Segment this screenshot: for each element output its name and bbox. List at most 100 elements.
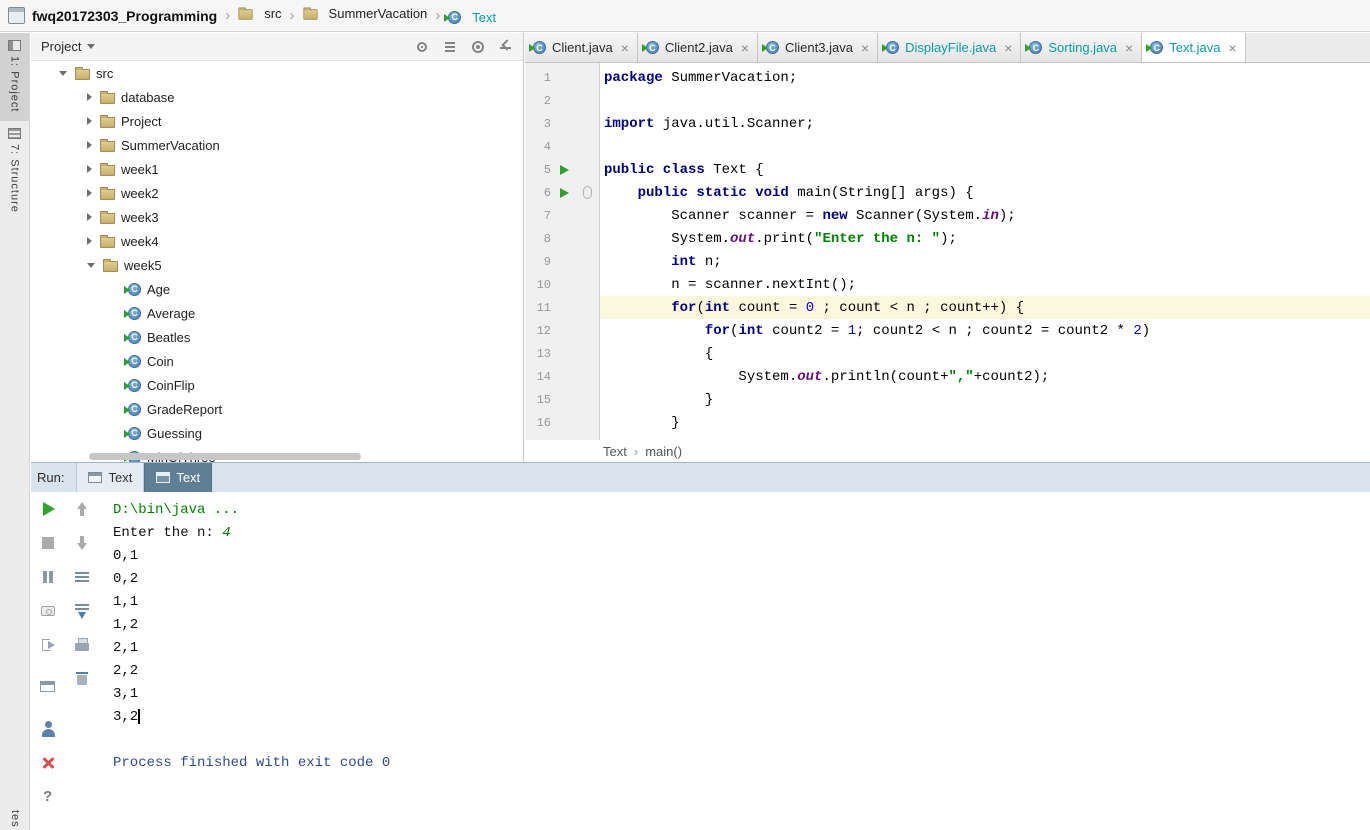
- soft-wrap-icon[interactable]: [73, 568, 91, 586]
- locate-icon[interactable]: [415, 40, 429, 54]
- code-line-3[interactable]: 3 import java.util.Scanner;: [525, 112, 1370, 135]
- up-stack-trace-icon[interactable]: [73, 500, 91, 518]
- tree-item-week2[interactable]: week2: [31, 181, 523, 205]
- code-text[interactable]: }: [600, 411, 1370, 434]
- code-line-10[interactable]: 10 n = scanner.nextInt();: [525, 273, 1370, 296]
- code-text[interactable]: public static void main(String[] args) {: [600, 181, 1370, 204]
- tree-item-guessing[interactable]: C Guessing: [31, 421, 523, 445]
- close-icon[interactable]: ×: [741, 41, 749, 55]
- code-line-8[interactable]: 8 System. out .print("Enter the n: ");: [525, 227, 1370, 250]
- line-number[interactable]: 9: [525, 255, 551, 269]
- code-text[interactable]: for(int count = 0 ; count < n ; count++)…: [600, 296, 1370, 319]
- line-number[interactable]: 10: [525, 278, 551, 292]
- breadcrumb-method[interactable]: main(): [645, 444, 682, 459]
- exit-icon[interactable]: [39, 636, 57, 654]
- code-line-6[interactable]: 6 public static void main(String[] args)…: [525, 181, 1370, 204]
- run-tab-1[interactable]: Text: [144, 463, 213, 492]
- line-number[interactable]: 5: [525, 163, 551, 177]
- close-icon[interactable]: ×: [1229, 41, 1237, 55]
- dump-threads-icon[interactable]: [39, 602, 57, 620]
- code-line-14[interactable]: 14 System. out .println(count+ "," +count2);: [525, 365, 1370, 388]
- editor-tab-sorting-java[interactable]: C Sorting.java ×: [1021, 33, 1143, 62]
- chevron-icon[interactable]: [59, 70, 67, 76]
- breadcrumb-src[interactable]: src: [238, 6, 282, 21]
- editor-tab-client2-java[interactable]: C Client2.java ×: [637, 33, 759, 62]
- code-text[interactable]: }: [600, 388, 1370, 411]
- code-editor[interactable]: 1 package SummerVacation; 2 3 import java.ut…: [525, 63, 1370, 440]
- code-text[interactable]: Scanner scanner = new Scanner(System. in)…: [600, 204, 1370, 227]
- tree-item-summervacation[interactable]: SummerVacation: [31, 133, 523, 157]
- close-icon[interactable]: [39, 754, 57, 772]
- line-number[interactable]: 12: [525, 324, 551, 338]
- pause-icon[interactable]: [39, 568, 57, 586]
- chevron-icon[interactable]: [87, 213, 92, 221]
- tree-item-database[interactable]: database: [31, 85, 523, 109]
- line-number[interactable]: 1: [525, 71, 551, 85]
- code-text[interactable]: for(int count2 = 1; count2 < n ; count2 …: [600, 319, 1370, 342]
- tree-item-coin[interactable]: C Coin: [31, 349, 523, 373]
- code-line-11[interactable]: 11 for(int count = 0 ; count < n ; count…: [525, 296, 1370, 319]
- code-text[interactable]: n = scanner.nextInt();: [600, 273, 1370, 296]
- rerun-icon[interactable]: [39, 500, 57, 518]
- editor-tab-displayfile-java[interactable]: C DisplayFile.java ×: [878, 33, 1022, 62]
- code-line-4[interactable]: 4: [525, 135, 1370, 158]
- run-tab-0[interactable]: Text: [76, 463, 145, 492]
- tree-item-week1[interactable]: week1: [31, 157, 523, 181]
- breadcrumb-project-root[interactable]: fwq20172303_Programming: [32, 8, 217, 24]
- code-line-15[interactable]: 15 }: [525, 388, 1370, 411]
- code-text[interactable]: [600, 135, 1370, 158]
- project-panel-title[interactable]: Project: [41, 39, 96, 54]
- tree-item-project[interactable]: Project: [31, 109, 523, 133]
- line-number[interactable]: 7: [525, 209, 551, 223]
- chevron-icon[interactable]: [87, 189, 92, 197]
- collapse-all-icon[interactable]: [443, 40, 457, 54]
- scroll-to-end-icon[interactable]: [73, 602, 91, 620]
- line-number[interactable]: 3: [525, 117, 551, 131]
- close-icon[interactable]: ×: [1004, 41, 1012, 55]
- stop-icon[interactable]: [39, 534, 57, 552]
- chevron-icon[interactable]: [87, 237, 92, 245]
- editor-tab-client3-java[interactable]: C Client3.java ×: [758, 33, 879, 62]
- code-line-9[interactable]: 9 int n;: [525, 250, 1370, 273]
- help-icon[interactable]: [39, 788, 57, 806]
- line-number[interactable]: 2: [525, 94, 551, 108]
- chevron-icon[interactable]: [87, 141, 92, 149]
- tree-item-week4[interactable]: week4: [31, 229, 523, 253]
- line-number[interactable]: 15: [525, 393, 551, 407]
- tree-item-gradereport[interactable]: C GradeReport: [31, 397, 523, 421]
- stripe-button-bottom-partial[interactable]: tes: [0, 810, 30, 828]
- code-line-1[interactable]: 1 package SummerVacation;: [525, 66, 1370, 89]
- code-text[interactable]: System. out .print("Enter the n: ");: [600, 227, 1370, 250]
- tree-item-week3[interactable]: week3: [31, 205, 523, 229]
- code-line-13[interactable]: 13 {: [525, 342, 1370, 365]
- close-icon[interactable]: ×: [861, 41, 869, 55]
- chevron-icon[interactable]: [87, 165, 92, 173]
- code-line-7[interactable]: 7 Scanner scanner = new Scanner(System. i…: [525, 204, 1370, 227]
- tree-item-average[interactable]: C Average: [31, 301, 523, 325]
- attach-debugger-icon[interactable]: [39, 720, 57, 738]
- code-text[interactable]: {: [600, 342, 1370, 365]
- chevron-icon[interactable]: [87, 93, 92, 101]
- code-text[interactable]: package SummerVacation;: [600, 66, 1370, 89]
- editor-tab-text-java[interactable]: C Text.java ×: [1142, 33, 1246, 62]
- run-line-icon[interactable]: [559, 187, 569, 198]
- tree-item-week5[interactable]: week5: [31, 253, 523, 277]
- line-number[interactable]: 16: [525, 416, 551, 430]
- print-icon[interactable]: [73, 636, 91, 654]
- code-text[interactable]: int n;: [600, 250, 1370, 273]
- code-text[interactable]: public class Text {: [600, 158, 1370, 181]
- close-icon[interactable]: ×: [1125, 41, 1133, 55]
- tree-item-src[interactable]: src: [31, 61, 523, 85]
- hide-icon[interactable]: [499, 40, 513, 54]
- code-text[interactable]: System. out .println(count+ "," +count2);: [600, 365, 1370, 388]
- tree-item-coinflip[interactable]: C CoinFlip: [31, 373, 523, 397]
- down-stack-trace-icon[interactable]: [73, 534, 91, 552]
- breadcrumb-summervacation[interactable]: SummerVacation: [302, 6, 427, 21]
- editor-tab-client-java[interactable]: C Client.java ×: [525, 33, 638, 62]
- code-line-2[interactable]: 2: [525, 89, 1370, 112]
- line-number[interactable]: 13: [525, 347, 551, 361]
- code-text[interactable]: [600, 89, 1370, 112]
- tree-item-beatles[interactable]: C Beatles: [31, 325, 523, 349]
- breadcrumb-class[interactable]: Text: [603, 444, 627, 459]
- settings-icon[interactable]: [471, 40, 485, 54]
